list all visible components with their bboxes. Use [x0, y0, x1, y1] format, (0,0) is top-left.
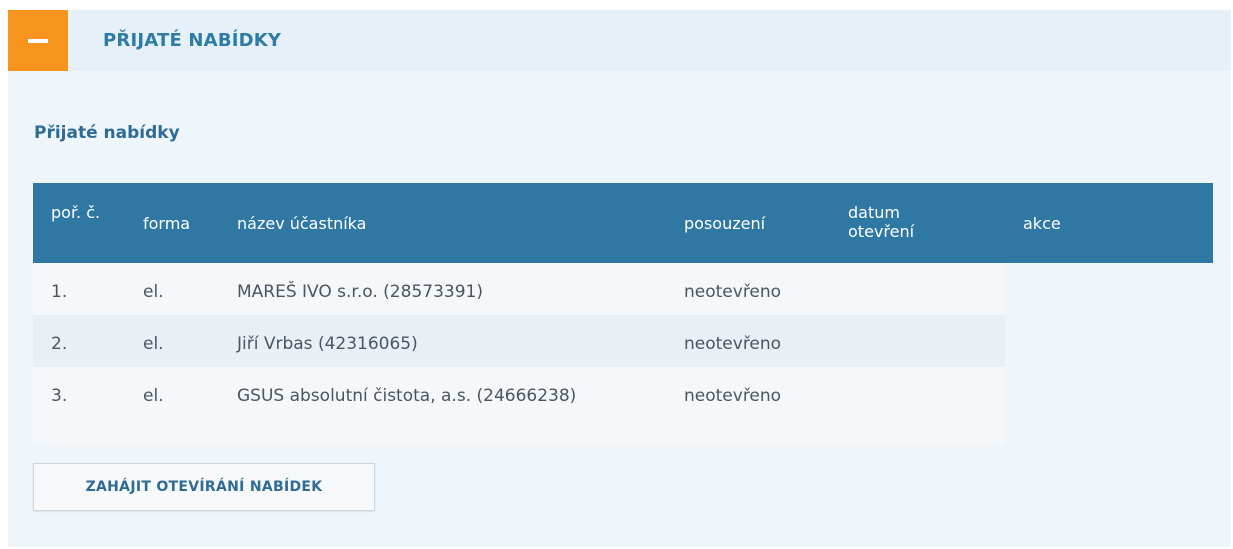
collapse-button[interactable] — [8, 10, 68, 71]
cell-nazev: MAREŠ IVO s.r.o. (28573391) — [237, 282, 483, 302]
table-header: poř. č. forma název účastníka posouzení … — [33, 183, 1213, 263]
header-forma: forma — [143, 214, 191, 233]
minus-icon — [28, 38, 48, 43]
panel-title: PŘIJATÉ NABÍDKY — [103, 30, 282, 51]
cell-por: 3. — [51, 386, 68, 406]
section-title: Přijaté nabídky — [34, 123, 180, 143]
cell-posouzeni: neotevřeno — [684, 334, 782, 354]
header-nazev: název účastníka — [237, 214, 367, 233]
header-por: poř. č. — [51, 203, 101, 222]
cell-nazev: GSUS absolutní čistota, a.s. (24666238) — [237, 386, 577, 406]
table-row: 2. el. Jiří Vrbas (42316065) neotevřeno — [33, 315, 1005, 367]
cell-por: 1. — [51, 282, 68, 302]
cell-forma: el. — [143, 282, 164, 302]
received-bids-panel: PŘIJATÉ NABÍDKY Přijaté nabídky poř. č. … — [8, 10, 1231, 547]
table-row: 1. el. MAREŠ IVO s.r.o. (28573391) neote… — [33, 263, 1005, 315]
header-datum: datum otevření — [848, 203, 915, 241]
cell-forma: el. — [143, 334, 164, 354]
start-opening-bids-button[interactable]: ZAHÁJIT OTEVÍRÁNÍ NABÍDEK — [33, 463, 375, 511]
cell-nazev: Jiří Vrbas (42316065) — [237, 334, 418, 354]
cell-por: 2. — [51, 334, 68, 354]
cell-posouzeni: neotevřeno — [684, 386, 782, 406]
bids-table: poř. č. forma název účastníka posouzení … — [33, 183, 1213, 445]
cell-forma: el. — [143, 386, 164, 406]
cell-posouzeni: neotevřeno — [684, 282, 782, 302]
panel-header: PŘIJATÉ NABÍDKY — [8, 10, 1231, 71]
header-posouzeni: posouzení — [684, 214, 766, 233]
header-akce: akce — [1023, 214, 1061, 233]
table-row: 3. el. GSUS absolutní čistota, a.s. (246… — [33, 367, 1005, 445]
